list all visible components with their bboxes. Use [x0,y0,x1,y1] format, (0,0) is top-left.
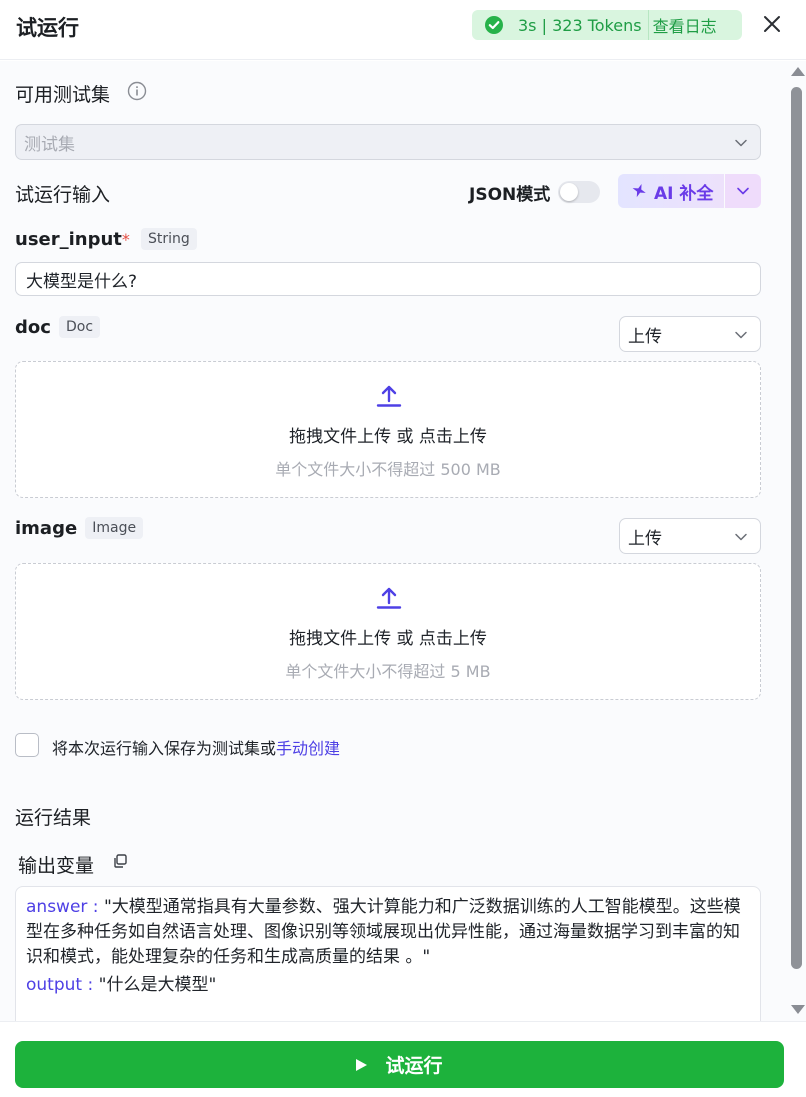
field-name: image [15,518,78,539]
sparkle-icon [632,183,646,198]
panel-header: 试运行 3s | 323 Tokens 查看日志 [0,0,806,60]
copy-icon[interactable] [112,853,128,869]
answer-value: "大模型通常指具有大量参数、强大计算能力和广泛数据训练的人工智能模型。这些模型在… [26,897,741,967]
vertical-scrollbar[interactable] [788,61,806,1021]
play-icon [356,1058,368,1071]
output-value: "什么是大模型" [98,975,217,995]
save-as-test-set-checkbox[interactable] [15,733,39,757]
upload-icon [376,385,402,407]
test-set-label: 可用测试集 [15,84,111,106]
output-key: output [26,975,83,995]
doc-source-value: 上传 [628,326,662,347]
field-user-input-header: user_input* String [15,228,197,250]
panel-footer: 试运行 [0,1021,806,1097]
type-tag: String [141,228,197,250]
key-separator: : [87,897,104,917]
save-option-text: 将本次运行输入保存为测试集或手动创建 [52,735,340,759]
chevron-down-icon [735,139,747,147]
dropzone-hint: 单个文件大小不得超过 5 MB [285,662,491,681]
dropzone-text: 拖拽文件上传 或 点击上传 [289,629,487,649]
run-input-label: 试运行输入 [15,184,111,206]
close-icon[interactable] [760,12,784,36]
chevron-down-icon [735,533,747,541]
field-name: user_input [15,229,122,250]
dropzone-text: 拖拽文件上传 或 点击上传 [289,427,487,447]
type-tag: Doc [59,316,101,338]
chevron-down-icon [737,187,749,195]
type-tag: Image [85,517,144,539]
field-image-header: image Image [15,517,144,539]
scroll-down-arrow[interactable] [791,1005,805,1014]
field-name: doc [15,317,51,338]
image-source-select[interactable]: 上传 [619,518,761,554]
test-run-label: 试运行 [385,1055,443,1077]
run-status-badge: 3s | 323 Tokens 查看日志 [472,10,742,40]
scroll-up-arrow[interactable] [791,67,805,76]
toggle-knob [560,183,578,201]
output-row: output : "什么是大模型" [26,973,750,998]
ai-fill-label: AI 补全 [654,183,714,204]
upload-icon [376,587,402,609]
doc-source-select[interactable]: 上传 [619,316,761,352]
save-option-label: 将本次运行输入保存为测试集或 [52,739,277,758]
answer-row: answer : "大模型通常指具有大量参数、强大计算能力和广泛数据训练的人工智… [26,895,750,970]
run-stats: 3s | 323 Tokens [518,15,642,35]
ai-fill-dropdown[interactable] [725,174,761,208]
image-upload-dropzone[interactable]: 拖拽文件上传 或 点击上传 单个文件大小不得超过 5 MB [15,563,761,700]
view-log-link[interactable]: 查看日志 [653,13,725,37]
manual-create-link[interactable]: 手动创建 [276,739,340,758]
test-run-button[interactable]: 试运行 [15,1041,784,1088]
image-source-value: 上传 [628,528,662,549]
info-icon[interactable] [127,81,147,101]
doc-upload-dropzone[interactable]: 拖拽文件上传 或 点击上传 单个文件大小不得超过 500 MB [15,361,761,498]
json-mode-label: JSON模式 [469,185,551,205]
field-doc-header: doc Doc [15,316,101,338]
check-circle-icon [485,16,503,34]
required-mark: * [121,230,130,249]
key-separator: : [82,975,99,995]
ai-fill-button[interactable]: AI 补全 [618,174,724,208]
test-set-select[interactable]: 测试集 [15,124,761,160]
panel-title: 试运行 [16,16,79,40]
user-input-field[interactable]: 大模型是什么? [15,262,761,296]
output-variables-label: 输出变量 [18,855,95,877]
run-results-title: 运行结果 [15,807,92,829]
scroll-thumb[interactable] [791,87,802,969]
json-mode-toggle[interactable] [558,181,600,203]
test-set-placeholder: 测试集 [24,134,75,155]
answer-key: answer [26,897,88,917]
divider [647,10,649,40]
dropzone-hint: 单个文件大小不得超过 500 MB [275,460,501,479]
chevron-down-icon [735,331,747,339]
